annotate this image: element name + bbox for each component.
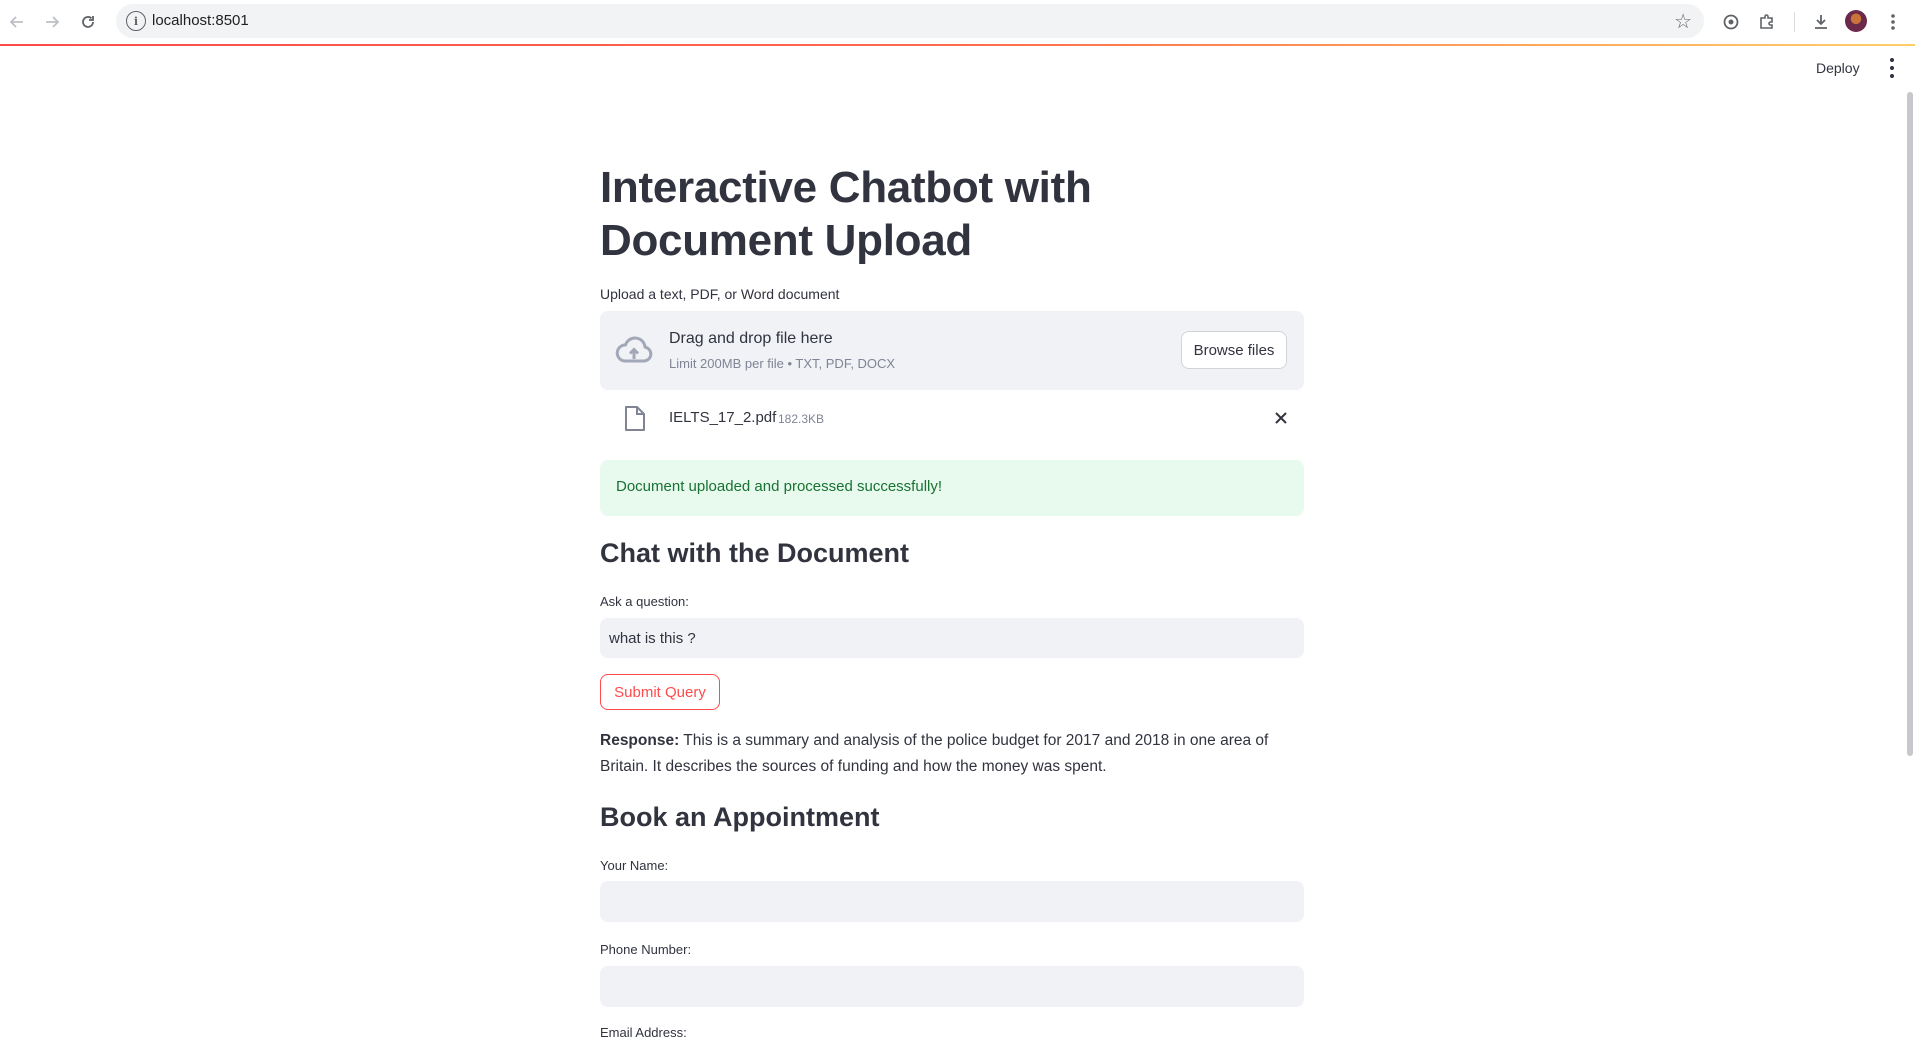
chrome-menu-icon[interactable]: [1881, 10, 1905, 34]
close-icon[interactable]: [1270, 407, 1292, 429]
question-label: Ask a question:: [600, 594, 689, 609]
response-text: Response: This is a summary and analysis…: [600, 728, 1304, 780]
puzzle-extensions-icon[interactable]: [1755, 10, 1779, 34]
main-menu-icon[interactable]: [1884, 58, 1900, 78]
browse-files-button[interactable]: Browse files: [1181, 331, 1287, 369]
phone-label: Phone Number:: [600, 942, 692, 957]
question-input[interactable]: [600, 618, 1304, 658]
dropzone-title: Drag and drop file here: [669, 330, 833, 347]
name-input[interactable]: [600, 881, 1304, 922]
file-name: IELTS_17_2.pdf: [669, 409, 777, 426]
dropzone-limit-text: Limit 200MB per file • TXT, PDF, DOCX: [669, 356, 896, 371]
page-title: Interactive Chatbot with Document Upload: [600, 163, 1092, 265]
info-icon[interactable]: i: [126, 11, 146, 31]
reload-icon[interactable]: [76, 10, 100, 34]
phone-input[interactable]: [600, 966, 1304, 1007]
file-icon: [625, 406, 645, 431]
download-icon[interactable]: [1809, 10, 1833, 34]
uploaded-file-row: IELTS_17_2.pdf 182.3KB: [600, 398, 1304, 438]
profile-avatar[interactable]: [1845, 10, 1867, 32]
app-header: Deploy: [0, 46, 1915, 91]
deploy-button[interactable]: Deploy: [1816, 60, 1860, 76]
star-icon[interactable]: ☆: [1674, 9, 1692, 34]
success-alert: Document uploaded and processed successf…: [600, 460, 1304, 516]
response-body: This is a summary and analysis of the po…: [600, 732, 1269, 775]
forward-icon[interactable]: [40, 10, 64, 34]
uploader-label: Upload a text, PDF, or Word document: [600, 286, 840, 302]
address-bar[interactable]: i localhost:8501 ☆: [116, 4, 1704, 38]
chat-heading: Chat with the Document: [600, 538, 909, 568]
extension-sync-icon[interactable]: [1719, 10, 1743, 34]
browser-toolbar: i localhost:8501 ☆: [0, 0, 1915, 44]
response-label: Response:: [600, 732, 680, 749]
toolbar-divider: [1794, 12, 1795, 32]
file-dropzone[interactable]: Drag and drop file here Limit 200MB per …: [600, 311, 1304, 390]
success-message: Document uploaded and processed successf…: [616, 478, 943, 495]
url-text[interactable]: localhost:8501: [152, 12, 249, 29]
cloud-upload-icon: [615, 336, 653, 363]
name-label: Your Name:: [600, 858, 669, 873]
back-icon[interactable]: [5, 10, 29, 34]
booking-heading: Book an Appointment: [600, 802, 880, 832]
file-size: 182.3KB: [778, 412, 825, 426]
submit-query-button[interactable]: Submit Query: [600, 674, 720, 710]
scrollbar-thumb[interactable]: [1907, 92, 1913, 756]
